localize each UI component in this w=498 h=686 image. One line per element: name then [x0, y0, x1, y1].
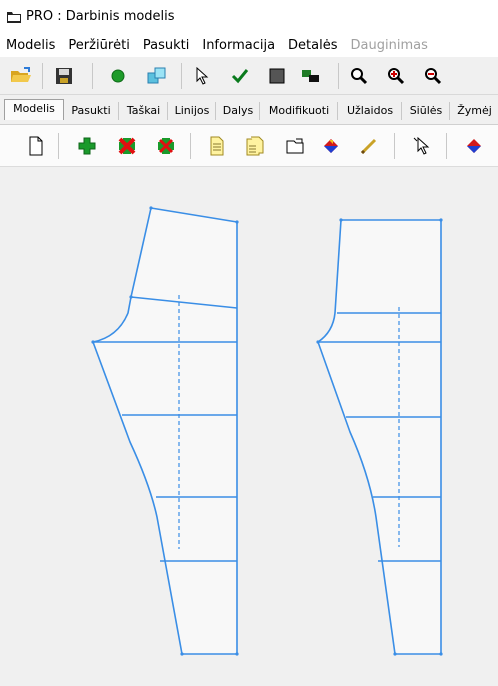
tab-modelis[interactable]: Modelis: [4, 99, 64, 120]
paint-bucket-icon[interactable]: [462, 135, 486, 157]
main-toolbar: [0, 57, 498, 95]
menu-bar: Modelis Peržiūrėti Pasukti Informacija D…: [0, 33, 498, 57]
open-folder-icon[interactable]: [9, 65, 33, 87]
pattern-drawing[interactable]: [0, 167, 498, 683]
square-icon[interactable]: [265, 65, 289, 87]
menu-pasukti[interactable]: Pasukti: [143, 38, 189, 53]
documents-icon[interactable]: [243, 135, 267, 157]
select-pointer-icon[interactable]: [410, 135, 434, 157]
tab-pasukti[interactable]: Pasukti: [64, 102, 119, 120]
pencil-icon[interactable]: [357, 135, 381, 157]
delete-part-icon[interactable]: [154, 135, 178, 157]
add-plus-icon[interactable]: [75, 135, 99, 157]
zoom-out-icon[interactable]: [421, 65, 445, 87]
pattern-piece-front[interactable]: [316, 218, 443, 656]
fill-color-icon[interactable]: [319, 135, 343, 157]
tab-modifikuoti[interactable]: Modifikuoti: [261, 102, 338, 120]
copy-windows-icon[interactable]: [145, 65, 169, 87]
zoom-icon[interactable]: [347, 65, 371, 87]
tab-siules[interactable]: Siūlės: [403, 102, 450, 120]
menu-modelis[interactable]: Modelis: [6, 38, 55, 53]
tab-dalys[interactable]: Dalys: [217, 102, 260, 120]
layers-icon[interactable]: [299, 65, 323, 87]
document-icon[interactable]: [205, 135, 229, 157]
menu-detales[interactable]: Detalės: [288, 38, 337, 53]
model-toolbar: [0, 125, 498, 167]
drawing-canvas[interactable]: [0, 167, 498, 683]
delete-cross-icon[interactable]: [115, 135, 139, 157]
checkmark-icon[interactable]: [228, 65, 252, 87]
tab-bar: Modelis Pasukti Taškai Linijos Dalys Mod…: [0, 95, 498, 125]
zoom-in-icon[interactable]: [384, 65, 408, 87]
tab-linijos[interactable]: Linijos: [169, 102, 216, 120]
part-icon[interactable]: [283, 135, 307, 157]
tab-uzlaidos[interactable]: Užlaidos: [339, 102, 402, 120]
pattern-piece-back[interactable]: [91, 206, 239, 656]
menu-perziureti[interactable]: Peržiūrėti: [68, 38, 129, 53]
menu-informacija[interactable]: Informacija: [202, 38, 275, 53]
app-folder-icon: [7, 11, 21, 23]
window-title: PRO : Darbinis modelis: [26, 9, 175, 24]
tab-zymej[interactable]: Žymėj: [451, 102, 498, 120]
title-bar: PRO : Darbinis modelis: [0, 0, 498, 33]
save-disk-icon[interactable]: [52, 65, 76, 87]
tab-taskai[interactable]: Taškai: [120, 102, 168, 120]
new-document-icon[interactable]: [24, 135, 48, 157]
menu-dauginimas: Dauginimas: [350, 37, 428, 53]
green-circle-icon[interactable]: [106, 65, 130, 87]
pointer-arrow-icon[interactable]: [190, 65, 214, 87]
